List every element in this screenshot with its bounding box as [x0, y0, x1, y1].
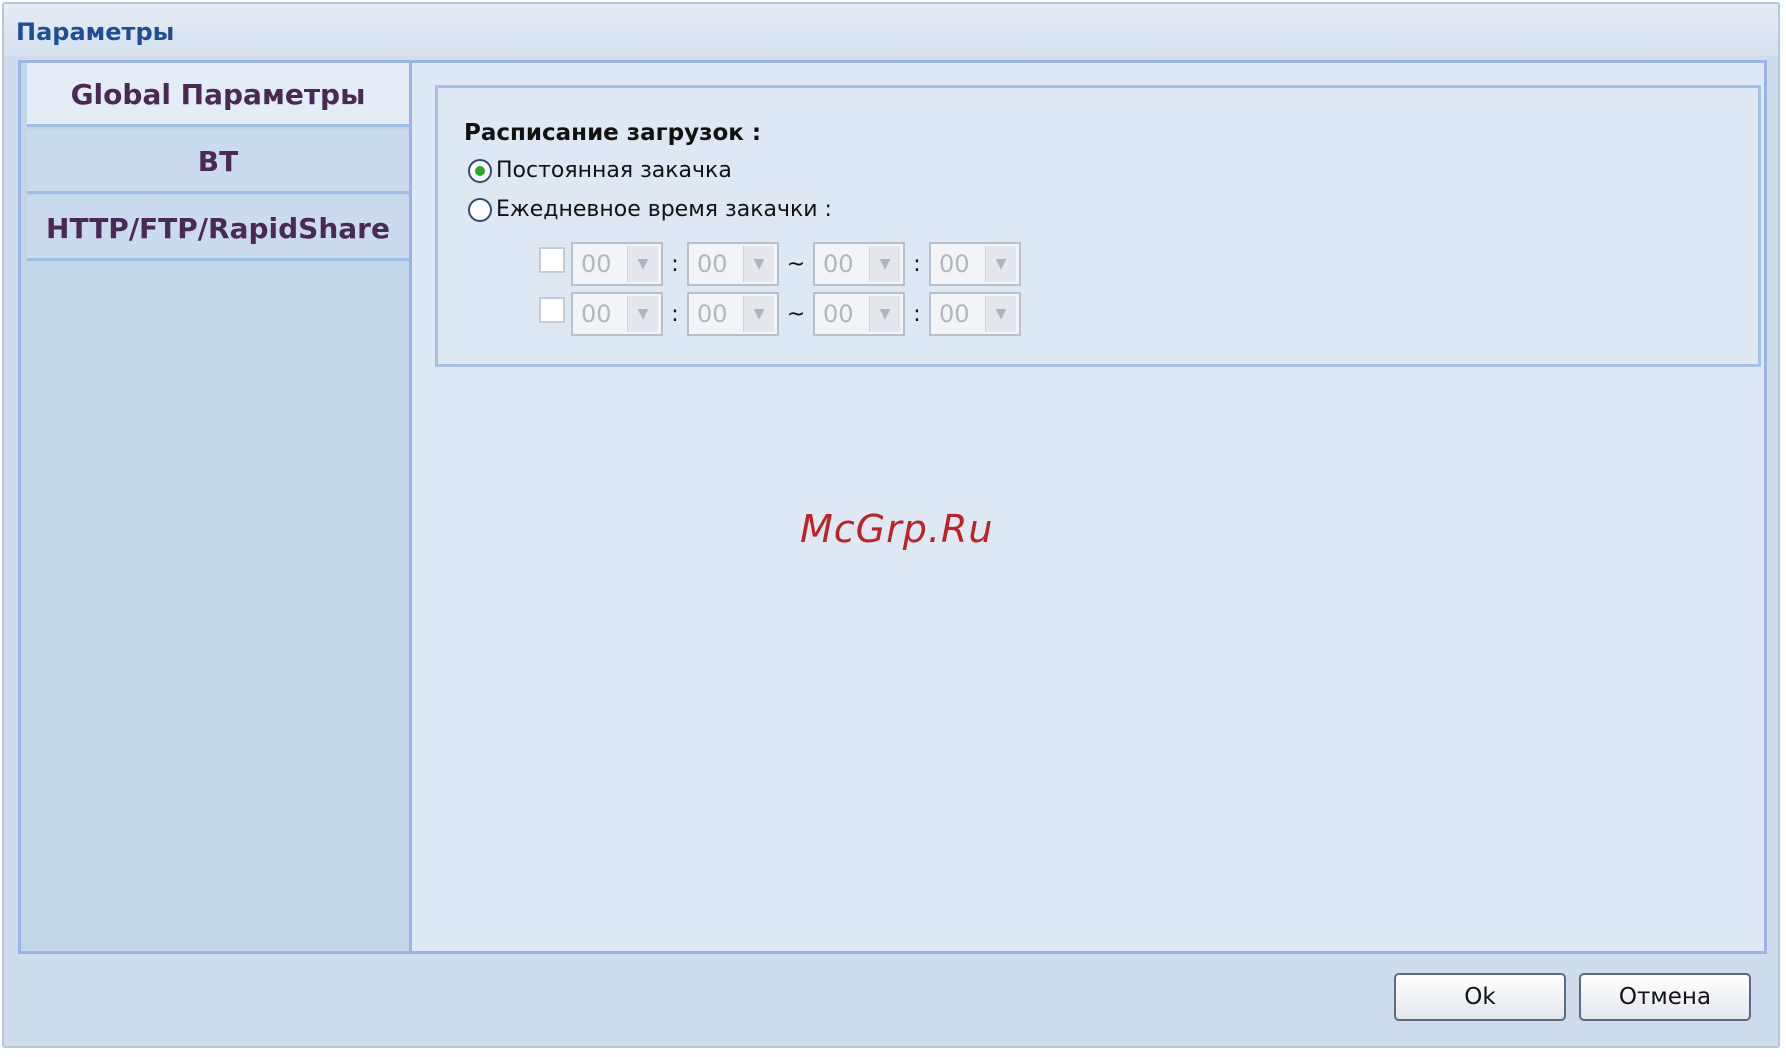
time-separator: : [671, 251, 679, 277]
select-value: 00 [939, 300, 970, 328]
schedule-label: Расписание загрузок : [464, 120, 762, 146]
time-range-checkbox[interactable] [539, 247, 565, 273]
sidebar-item-http-ftp[interactable]: HTTP/FTP/RapidShare [27, 197, 409, 261]
start-minute-select[interactable]: 00 ▼ [687, 242, 779, 286]
time-range-row-2: 00 ▼ : 00 ▼ ~ 00 ▼ : 00 ▼ [539, 291, 1021, 337]
select-value: 00 [939, 250, 970, 278]
select-value: 00 [697, 300, 728, 328]
radio-label: Постоянная закачка [496, 158, 732, 183]
chevron-down-icon[interactable]: ▼ [627, 296, 658, 332]
select-value: 00 [823, 250, 854, 278]
select-value: 00 [581, 250, 612, 278]
radio-selected-dot [475, 165, 485, 176]
watermark: McGrp.Ru [800, 507, 994, 551]
title-bar: Параметры [4, 4, 1778, 56]
range-separator: ~ [786, 251, 806, 277]
select-value: 00 [823, 300, 854, 328]
schedule-group: Расписание загрузок : Постоянная закачка… [435, 85, 1761, 367]
chevron-down-icon[interactable]: ▼ [627, 246, 658, 282]
ok-button[interactable]: Ok [1394, 973, 1566, 1021]
chevron-down-icon[interactable]: ▼ [985, 246, 1016, 282]
start-minute-select[interactable]: 00 ▼ [687, 292, 779, 336]
cancel-button[interactable]: Отмена [1579, 973, 1751, 1021]
sidebar: Global Параметры BT HTTP/FTP/RapidShare [21, 63, 412, 951]
start-hour-select[interactable]: 00 ▼ [571, 242, 663, 286]
dialog-title: Параметры [16, 18, 175, 46]
end-hour-select[interactable]: 00 ▼ [813, 292, 905, 336]
chevron-down-icon[interactable]: ▼ [869, 296, 900, 332]
chevron-down-icon[interactable]: ▼ [743, 296, 774, 332]
radio-label: Ежедневное время закачки : [496, 197, 832, 222]
end-minute-select[interactable]: 00 ▼ [929, 292, 1021, 336]
chevron-down-icon[interactable]: ▼ [985, 296, 1016, 332]
select-value: 00 [697, 250, 728, 278]
radio-button[interactable] [468, 197, 492, 222]
time-range-checkbox[interactable] [539, 297, 565, 323]
settings-content: Расписание загрузок : Постоянная закачка… [412, 63, 1764, 951]
chevron-down-icon[interactable]: ▼ [743, 246, 774, 282]
time-range-row-1: 00 ▼ : 00 ▼ ~ 00 ▼ : 00 ▼ [539, 241, 1021, 287]
end-hour-select[interactable]: 00 ▼ [813, 242, 905, 286]
select-value: 00 [581, 300, 612, 328]
chevron-down-icon[interactable]: ▼ [869, 246, 900, 282]
end-minute-select[interactable]: 00 ▼ [929, 242, 1021, 286]
range-separator: ~ [786, 301, 806, 327]
time-separator: : [913, 251, 921, 277]
sidebar-item-global[interactable]: Global Параметры [27, 63, 409, 127]
radio-button[interactable] [468, 158, 492, 183]
radio-daily-schedule[interactable]: Ежедневное время закачки : [468, 197, 832, 222]
time-separator: : [913, 301, 921, 327]
time-separator: : [671, 301, 679, 327]
sidebar-item-bt[interactable]: BT [27, 130, 409, 194]
radio-constant-download[interactable]: Постоянная закачка [468, 158, 732, 183]
start-hour-select[interactable]: 00 ▼ [571, 292, 663, 336]
